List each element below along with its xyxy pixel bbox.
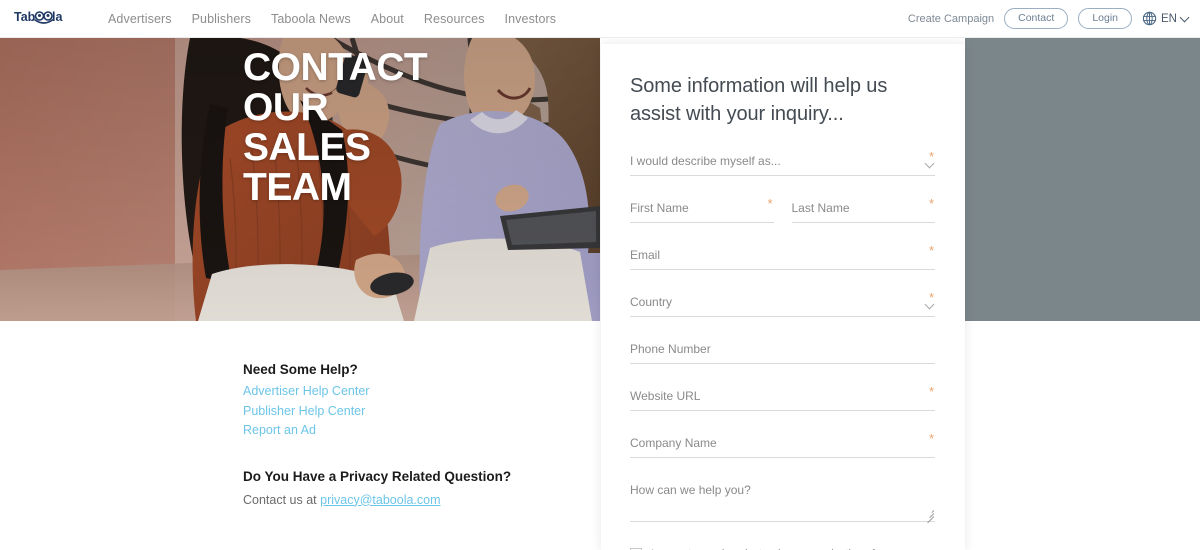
hero-title-line-4: TEAM: [243, 166, 352, 209]
language-label: EN: [1161, 12, 1177, 25]
contact-form-card: Some information will help us assist wit…: [601, 44, 965, 550]
field-country-label: Country: [630, 295, 673, 309]
field-email-label: Email: [630, 248, 661, 262]
globe-icon: [1142, 11, 1157, 26]
field-underline: [630, 316, 935, 317]
privacy-block: Do You Have a Privacy Related Question? …: [243, 469, 543, 507]
privacy-heading: Do You Have a Privacy Related Question?: [243, 469, 512, 484]
field-underline: [630, 457, 935, 458]
field-message[interactable]: How can we help you?: [630, 483, 935, 524]
login-button[interactable]: Login: [1078, 8, 1133, 29]
nav-item-investors[interactable]: Investors: [505, 12, 557, 26]
field-underline: [630, 222, 774, 223]
hero-title-line-1: CONTACT: [243, 46, 428, 89]
contact-button[interactable]: Contact: [1004, 8, 1069, 29]
field-underline: [630, 269, 935, 270]
field-underline: [791, 222, 935, 223]
field-underline: [630, 521, 935, 522]
svg-text:Tab: Tab: [14, 10, 36, 24]
form-heading: Some information will help us assist wit…: [630, 75, 888, 125]
field-first-name[interactable]: First Name *: [630, 197, 774, 223]
nav-item-about[interactable]: About: [371, 12, 404, 26]
privacy-contact-prefix: Contact us at: [243, 492, 321, 507]
required-asterisk-icon: *: [928, 196, 934, 211]
left-content: Need Some Help? Advertiser Help Center P…: [243, 362, 543, 507]
field-describe-myself-label: I would describe myself as...: [630, 154, 781, 168]
field-first-name-label: First Name: [630, 201, 689, 215]
required-asterisk-icon: *: [928, 243, 934, 258]
hero-banner: CONTACT OUR SALES TEAM: [0, 38, 600, 321]
chevron-down-icon: [1179, 12, 1190, 22]
hero-title: CONTACT OUR SALES TEAM: [243, 46, 428, 209]
main-nav: Advertisers Publishers Taboola News Abou…: [108, 12, 556, 26]
publisher-help-center-link[interactable]: Publisher Help Center: [243, 404, 543, 418]
field-underline: [630, 410, 935, 411]
field-describe-myself[interactable]: I would describe myself as... *: [630, 150, 935, 176]
field-underline: [630, 363, 935, 364]
site-header: Tab la Advertisers Publishers Taboola Ne…: [0, 0, 1200, 38]
field-message-label: How can we help you?: [630, 483, 751, 497]
report-an-ad-link[interactable]: Report an Ad: [243, 423, 543, 437]
hero-title-line-3: SALES: [243, 126, 371, 169]
field-last-name[interactable]: Last Name *: [791, 197, 935, 223]
header-actions: Create Campaign Contact Login EN: [908, 8, 1190, 29]
taboola-logo-icon: Tab la: [14, 10, 63, 24]
required-asterisk-icon: *: [928, 431, 934, 446]
field-phone-number-label: Phone Number: [630, 342, 711, 356]
hero-right-panel: [965, 38, 1200, 321]
create-campaign-link[interactable]: Create Campaign: [908, 13, 994, 25]
nav-item-resources[interactable]: Resources: [424, 12, 485, 26]
language-selector[interactable]: EN: [1142, 11, 1190, 26]
form-fields: I would describe myself as... * First Na…: [630, 150, 935, 550]
field-email[interactable]: Email *: [630, 244, 935, 270]
field-company-name[interactable]: Company Name *: [630, 432, 935, 458]
resize-handle-icon[interactable]: [924, 508, 935, 524]
field-company-name-label: Company Name: [630, 436, 717, 450]
contact-page: Tab la Advertisers Publishers Taboola Ne…: [0, 0, 1200, 550]
svg-text:la: la: [52, 10, 63, 24]
field-last-name-label: Last Name: [791, 201, 850, 215]
required-asterisk-icon: *: [928, 384, 934, 399]
hero-title-line-2: OUR: [243, 86, 329, 129]
field-country[interactable]: Country *: [630, 291, 935, 317]
required-asterisk-icon: *: [767, 196, 773, 211]
field-row-name: First Name * Last Name *: [630, 197, 935, 248]
nav-item-advertisers[interactable]: Advertisers: [108, 12, 172, 26]
field-website-url[interactable]: Website URL *: [630, 385, 935, 411]
nav-item-publishers[interactable]: Publishers: [192, 12, 251, 26]
field-website-url-label: Website URL: [630, 389, 701, 403]
need-help-heading: Need Some Help?: [243, 362, 358, 377]
nav-item-taboola-news[interactable]: Taboola News: [271, 12, 351, 26]
advertiser-help-center-link[interactable]: Advertiser Help Center: [243, 384, 543, 398]
field-phone-number[interactable]: Phone Number: [630, 342, 935, 364]
privacy-contact-text: Contact us at privacy@taboola.com: [243, 493, 543, 507]
field-underline: [630, 175, 935, 176]
taboola-logo[interactable]: Tab la: [14, 8, 86, 30]
privacy-email-link[interactable]: privacy@taboola.com: [320, 493, 440, 507]
